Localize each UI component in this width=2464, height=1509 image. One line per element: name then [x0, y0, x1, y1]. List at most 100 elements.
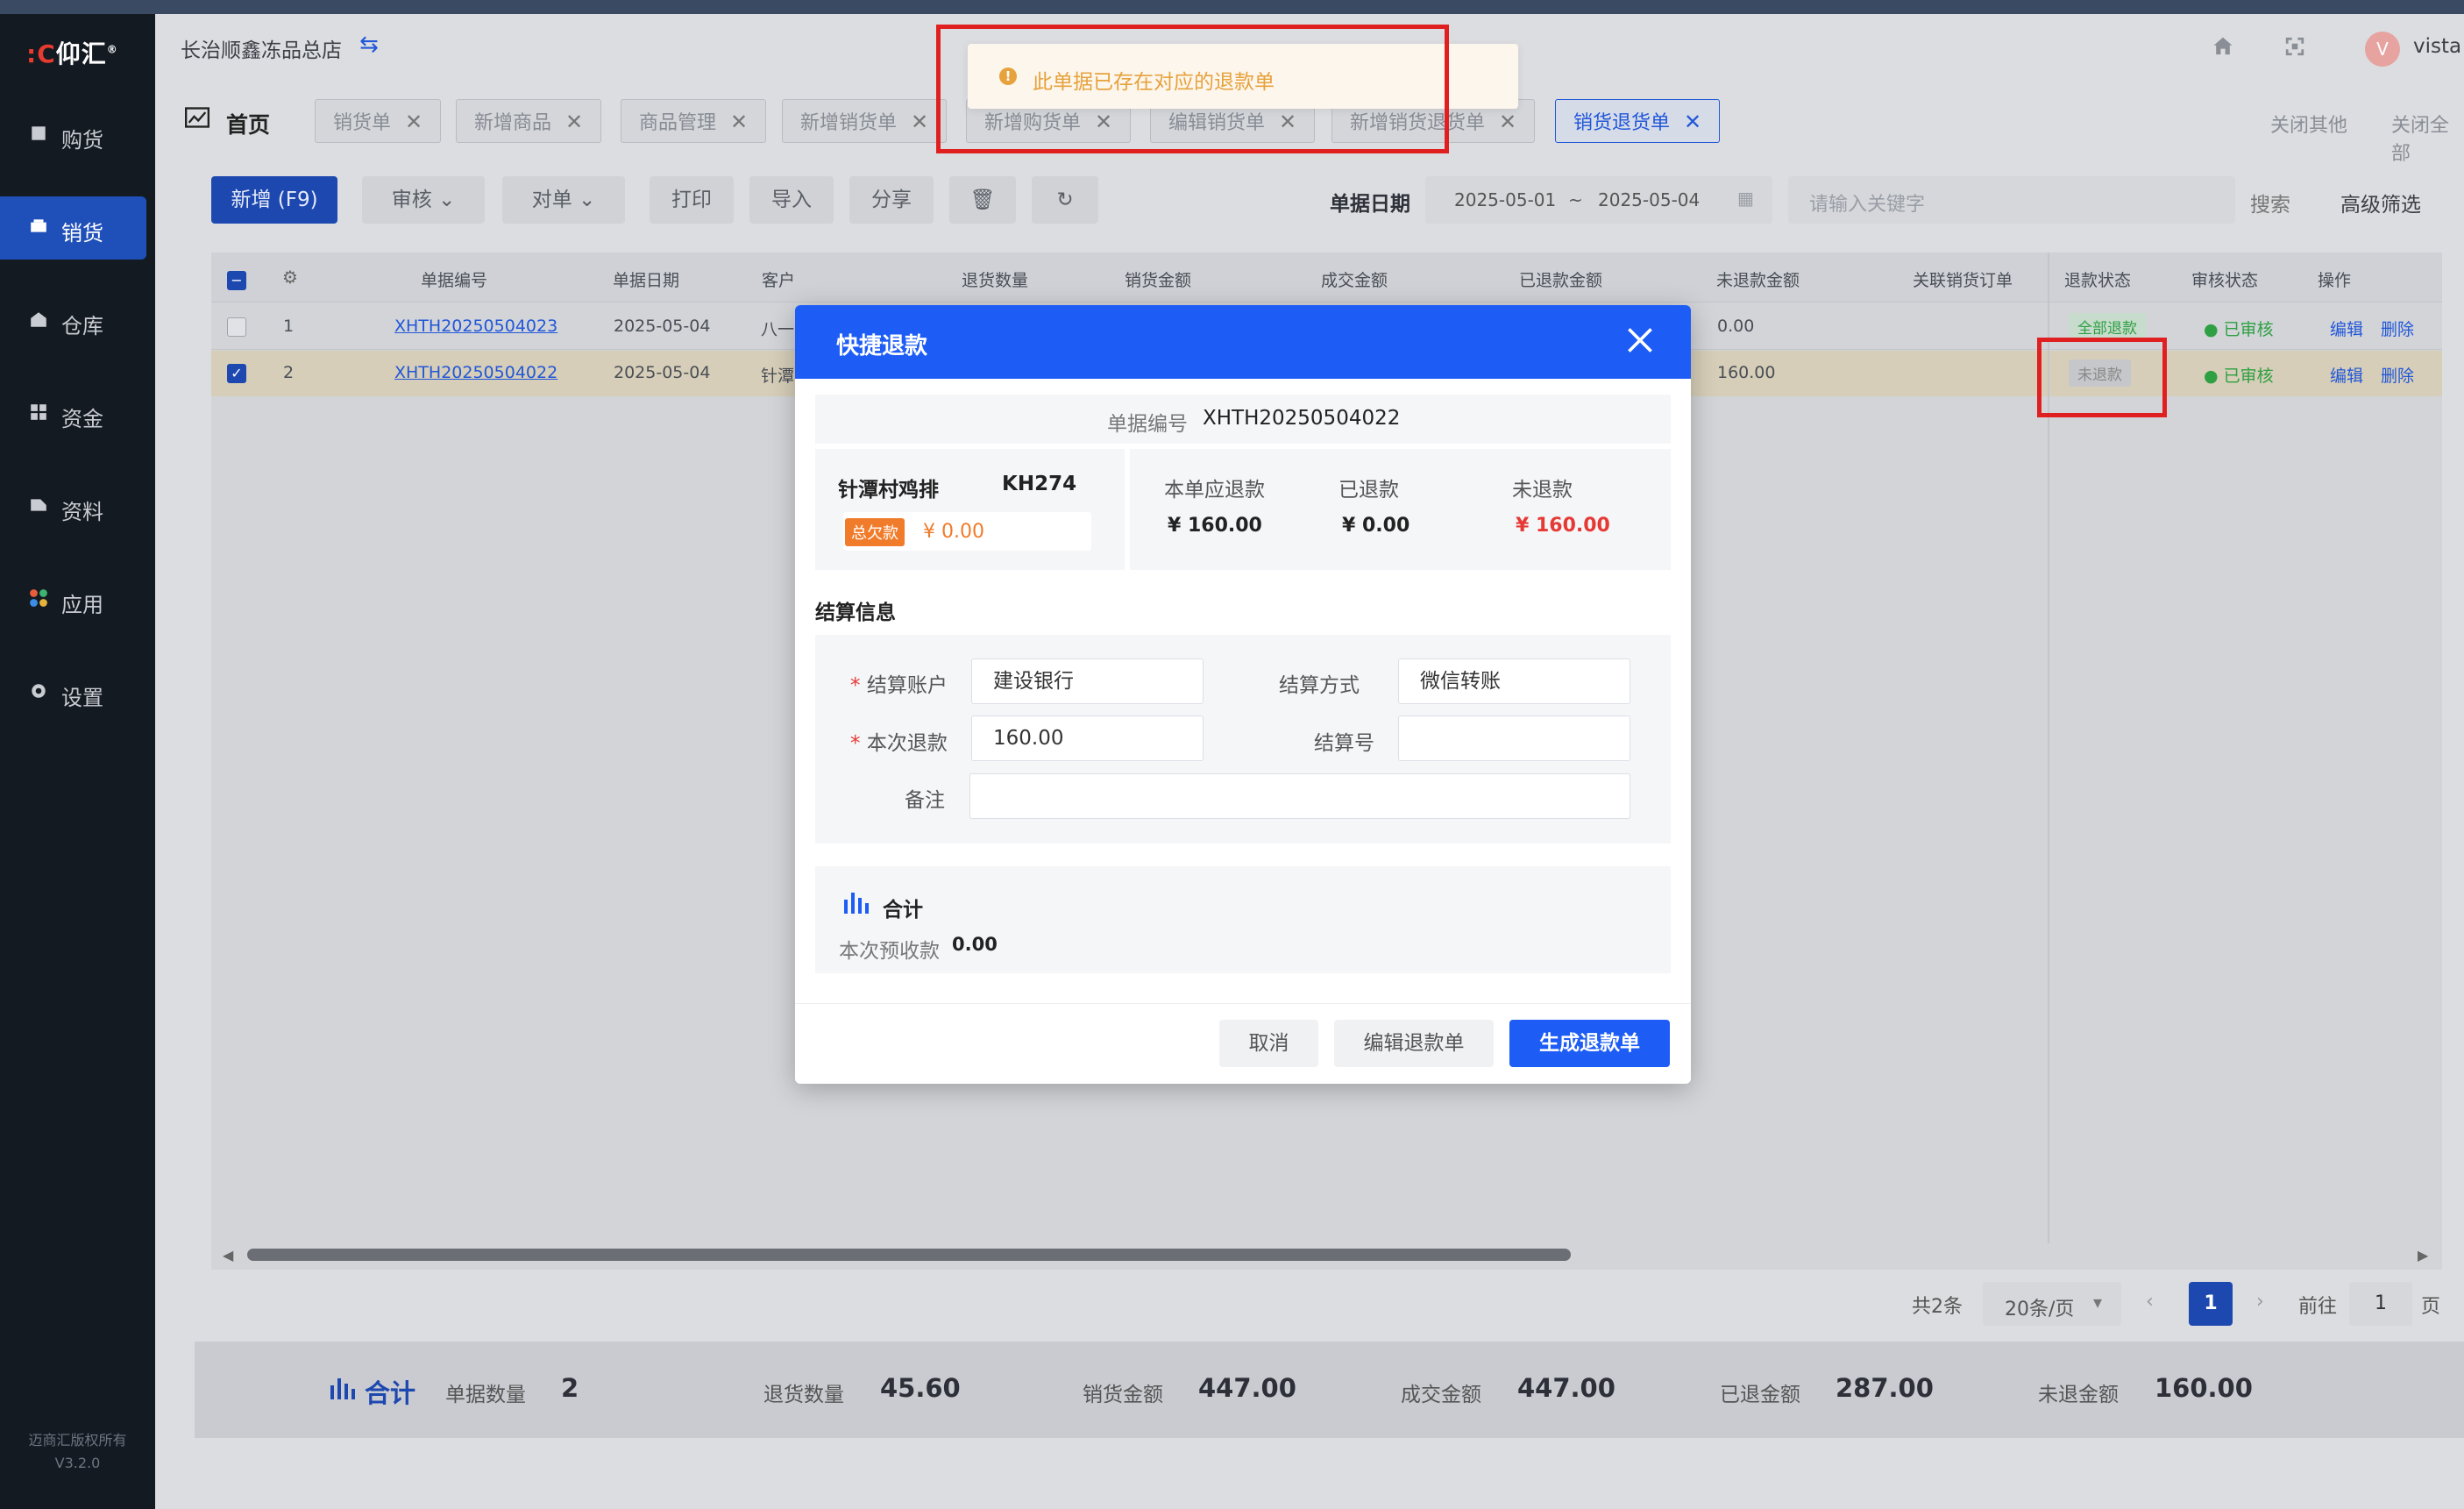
summary-count-label: 单据数量: [445, 1384, 526, 1406]
prev-page-button[interactable]: ‹: [2146, 1291, 2154, 1313]
close-icon[interactable]: ✕: [565, 110, 583, 134]
doc-no-link[interactable]: XHTH20250504023: [394, 317, 557, 336]
import-button[interactable]: 导入: [749, 176, 834, 224]
summary-title: 合计: [365, 1378, 416, 1408]
close-all-button[interactable]: 关闭全部: [2391, 110, 2464, 166]
tab-label: 商品管理: [639, 112, 717, 134]
next-page-button[interactable]: ›: [2256, 1291, 2264, 1313]
sidebar-item-sales[interactable]: 销货: [0, 196, 146, 260]
edit-link[interactable]: 编辑: [2330, 317, 2363, 340]
column-settings-icon[interactable]: ⚙: [282, 267, 298, 288]
page-current[interactable]: 1: [2189, 1282, 2233, 1326]
avatar[interactable]: V: [2365, 32, 2400, 67]
sidebar-item-funds[interactable]: 资金: [0, 382, 155, 445]
row-index: 2: [283, 363, 295, 382]
share-button[interactable]: 分享: [849, 176, 934, 224]
close-icon[interactable]: ✕: [405, 110, 423, 134]
switch-store-icon[interactable]: ⇆: [359, 32, 379, 58]
row-checkbox[interactable]: [227, 317, 246, 337]
account-select[interactable]: 建设银行: [971, 658, 1204, 704]
total-count: 共2条: [1912, 1296, 1963, 1318]
close-icon[interactable]: [1624, 324, 1656, 356]
settle-no-label: 结算号: [1314, 732, 1374, 755]
search-input[interactable]: 请输入关键字: [1788, 176, 2235, 224]
close-icon[interactable]: ✕: [1499, 110, 1516, 134]
edit-link[interactable]: 编辑: [2330, 363, 2363, 387]
settle-no-input[interactable]: [1398, 715, 1630, 761]
generate-refund-button[interactable]: 生成退款单: [1509, 1020, 1670, 1067]
close-icon[interactable]: ✕: [1684, 110, 1701, 134]
refresh-button[interactable]: ↻: [1032, 176, 1098, 224]
row-checkbox[interactable]: ✓: [227, 364, 246, 383]
due-amount: ¥ 160.00: [1168, 515, 1262, 537]
purchase-icon: [32, 126, 46, 140]
col-refunded: 已退款金额: [1519, 271, 1603, 290]
doc-no-link[interactable]: XHTH20250504022: [394, 363, 557, 382]
goto-page-input[interactable]: 1: [2349, 1282, 2412, 1326]
audit-dropdown[interactable]: 审核 ⌄: [362, 176, 485, 224]
search-button[interactable]: 搜索: [2250, 188, 2290, 217]
tab-new-product[interactable]: 新增商品 ✕: [456, 99, 602, 143]
close-icon[interactable]: ✕: [730, 110, 748, 134]
advanced-filter-button[interactable]: 高级筛选: [2340, 188, 2421, 217]
modal-title: 快捷退款: [836, 333, 928, 359]
page-size-select[interactable]: 20条/页 ▾: [1983, 1282, 2121, 1326]
summary-sales-label: 销货金额: [1083, 1384, 1163, 1406]
sidebar-item-purchase[interactable]: 购货: [0, 103, 155, 167]
sidebar-item-warehouse[interactable]: 仓库: [0, 289, 155, 352]
col-return-qty[interactable]: 退货数量: [962, 267, 1028, 291]
close-others-button[interactable]: 关闭其他: [2270, 110, 2347, 138]
sidebar-item-data[interactable]: 资料: [0, 475, 155, 538]
page-size-label: 20条/页: [2005, 1299, 2075, 1320]
delete-link[interactable]: 删除: [2381, 317, 2414, 340]
delete-link[interactable]: 删除: [2381, 363, 2414, 387]
tab-product-manage[interactable]: 商品管理 ✕: [621, 99, 767, 143]
prepay-amount: 0.00: [952, 934, 998, 955]
highlight-box: [936, 25, 1449, 153]
scrollbar-thumb[interactable]: [247, 1249, 1571, 1261]
sidebar-item-settings[interactable]: 设置: [0, 661, 155, 724]
select-all-checkbox[interactable]: −: [227, 271, 246, 290]
tab-sales-return[interactable]: 销货退货单 ✕: [1555, 99, 1721, 143]
sidebar-item-label: 仓库: [61, 314, 103, 338]
chevron-down-icon: ⌄: [579, 189, 596, 211]
tab-sales-order[interactable]: 销货单 ✕: [315, 99, 442, 143]
cancel-button[interactable]: 取消: [1219, 1020, 1318, 1067]
summary-qty: 45.60: [880, 1373, 961, 1403]
tab-new-sales-order[interactable]: 新增销货单 ✕: [782, 99, 948, 143]
sidebar-item-apps[interactable]: 应用: [0, 568, 155, 631]
reconcile-dropdown[interactable]: 对单 ⌄: [502, 176, 625, 224]
tab-home[interactable]: 首页: [226, 108, 270, 139]
username[interactable]: vista: [2413, 35, 2461, 58]
apps-icon: [30, 589, 47, 607]
col-unrefunded: 未退款金额: [1716, 271, 1800, 290]
data-icon: [31, 499, 46, 511]
footer-divider: [795, 1003, 1691, 1004]
scroll-right-icon[interactable]: ▶: [2418, 1247, 2428, 1263]
method-select[interactable]: 微信转账: [1398, 658, 1630, 704]
highlight-box: [2037, 338, 2167, 417]
modal-header: [795, 305, 1691, 379]
refund-amount-input[interactable]: 160.00: [971, 715, 1204, 761]
remark-input[interactable]: [969, 773, 1630, 819]
fullscreen-icon[interactable]: [2285, 37, 2304, 56]
col-doc-no[interactable]: 单据编号: [421, 267, 487, 291]
sidebar-item-label: 销货: [61, 221, 103, 246]
close-icon[interactable]: ✕: [911, 110, 928, 134]
home-icon[interactable]: [2212, 35, 2234, 58]
customer-code: KH274: [1002, 473, 1077, 495]
col-deal-amount[interactable]: 成交金额: [1321, 267, 1388, 291]
date-range-picker[interactable]: 2025-05-01 ~ 2025-05-04 ▦: [1425, 176, 1772, 224]
tab-label: 新增销货单: [800, 112, 898, 134]
edit-refund-button[interactable]: 编辑退款单: [1334, 1020, 1494, 1067]
scroll-left-icon[interactable]: ◀: [223, 1247, 233, 1263]
summary-unrefunded-label: 未退金额: [2038, 1384, 2119, 1406]
add-button[interactable]: 新增 (F9): [211, 176, 337, 224]
method-label: 结算方式: [1279, 674, 1360, 697]
col-doc-date[interactable]: 单据日期: [613, 267, 679, 291]
print-button[interactable]: 打印: [650, 176, 734, 224]
summary-bar: [195, 1342, 2464, 1438]
delete-button[interactable]: 🗑: [949, 176, 1016, 224]
tab-label: 销货退货单: [1573, 112, 1671, 134]
col-sales-amount[interactable]: 销货金额: [1125, 267, 1191, 291]
